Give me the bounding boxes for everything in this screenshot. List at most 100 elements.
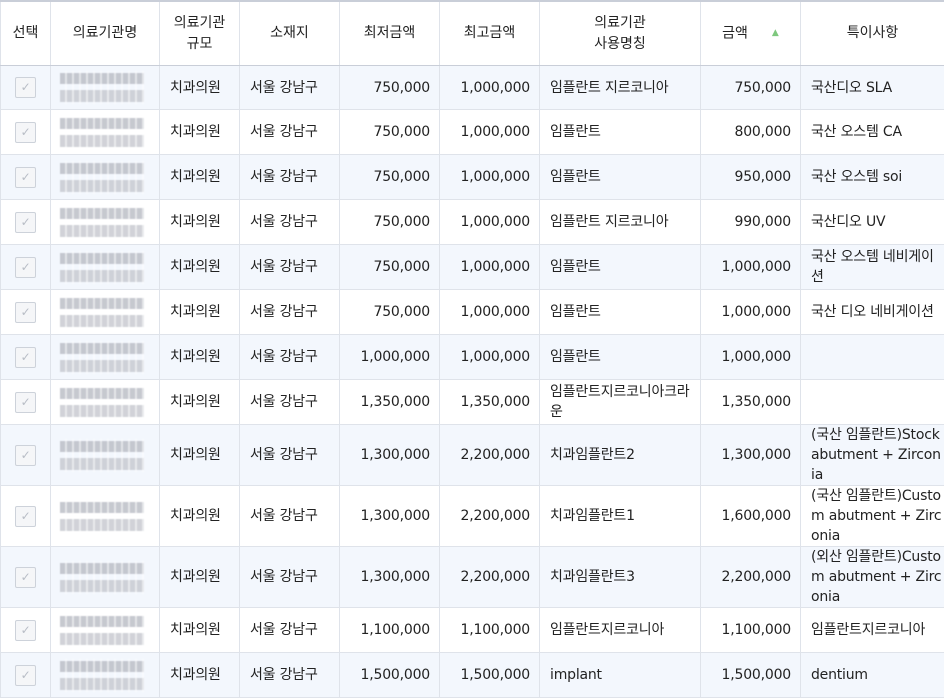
- select-cell[interactable]: ✓: [1, 486, 51, 547]
- institution-size-cell: 치과의원: [160, 200, 240, 245]
- redacted-institution-name: [60, 296, 144, 329]
- table-row: ✓치과의원서울 강남구1,300,0002,200,000치과임플란트11,60…: [1, 486, 944, 547]
- location-cell: 서울 강남구: [240, 155, 340, 200]
- remarks-cell: [801, 335, 944, 380]
- usage-name-cell: 임플란트: [540, 335, 701, 380]
- select-cell[interactable]: ✓: [1, 425, 51, 486]
- sort-ascending-icon[interactable]: ▲: [772, 28, 779, 38]
- amount-cell: 950,000: [701, 155, 801, 200]
- checkbox[interactable]: ✓: [15, 506, 36, 527]
- checkbox[interactable]: ✓: [15, 302, 36, 323]
- location-cell: 서울 강남구: [240, 110, 340, 155]
- institution-name-cell: [51, 290, 160, 335]
- amount-cell: 800,000: [701, 110, 801, 155]
- max-amount-cell: 1,000,000: [440, 155, 540, 200]
- location-cell: 서울 강남구: [240, 486, 340, 547]
- checkbox[interactable]: ✓: [15, 212, 36, 233]
- min-amount-cell: 1,300,000: [340, 486, 440, 547]
- max-amount-cell: 1,100,000: [440, 608, 540, 653]
- institution-name-cell: [51, 245, 160, 290]
- redacted-institution-name: [60, 659, 144, 692]
- table-row: ✓치과의원서울 강남구1,300,0002,200,000치과임플란트32,20…: [1, 547, 944, 608]
- institution-name-cell: [51, 425, 160, 486]
- amount-cell: 2,200,000: [701, 547, 801, 608]
- usage-name-cell: 치과임플란트2: [540, 425, 701, 486]
- institution-size-cell: 치과의원: [160, 380, 240, 425]
- institution-name-cell: [51, 335, 160, 380]
- header-amount-label: 금액: [722, 25, 748, 41]
- checkbox[interactable]: ✓: [15, 665, 36, 686]
- institution-name-cell: [51, 486, 160, 547]
- checkbox[interactable]: ✓: [15, 347, 36, 368]
- table-row: ✓치과의원서울 강남구1,300,0002,200,000치과임플란트21,30…: [1, 425, 944, 486]
- remarks-cell: 임플란트지르코니아: [801, 608, 944, 653]
- select-cell[interactable]: ✓: [1, 66, 51, 110]
- select-cell[interactable]: ✓: [1, 245, 51, 290]
- checkbox[interactable]: ✓: [15, 167, 36, 188]
- institution-name-cell: [51, 200, 160, 245]
- institution-size-cell: 치과의원: [160, 110, 240, 155]
- redacted-institution-name: [60, 614, 144, 647]
- redacted-institution-name: [60, 206, 144, 239]
- max-amount-cell: 2,200,000: [440, 547, 540, 608]
- amount-cell: 1,100,000: [701, 608, 801, 653]
- usage-name-cell: 임플란트: [540, 245, 701, 290]
- amount-cell: 990,000: [701, 200, 801, 245]
- location-cell: 서울 강남구: [240, 290, 340, 335]
- remarks-cell: [801, 380, 944, 425]
- header-amount[interactable]: 금액 ▲: [701, 1, 801, 66]
- institution-size-cell: 치과의원: [160, 66, 240, 110]
- max-amount-cell: 1,000,000: [440, 110, 540, 155]
- min-amount-cell: 750,000: [340, 155, 440, 200]
- location-cell: 서울 강남구: [240, 380, 340, 425]
- table-row: ✓치과의원서울 강남구750,0001,000,000임플란트950,000국산…: [1, 155, 944, 200]
- usage-name-cell: 치과임플란트3: [540, 547, 701, 608]
- remarks-cell: 국산디오 UV: [801, 200, 944, 245]
- institution-size-cell: 치과의원: [160, 290, 240, 335]
- redacted-institution-name: [60, 251, 144, 284]
- usage-name-cell: 임플란트 지르코니아: [540, 200, 701, 245]
- checkbox[interactable]: ✓: [15, 620, 36, 641]
- checkbox[interactable]: ✓: [15, 77, 36, 98]
- redacted-institution-name: [60, 500, 144, 533]
- table-row: ✓치과의원서울 강남구1,350,0001,350,000임플란트지르코니아크라…: [1, 380, 944, 425]
- usage-name-cell: 임플란트: [540, 155, 701, 200]
- checkbox[interactable]: ✓: [15, 257, 36, 278]
- select-cell[interactable]: ✓: [1, 608, 51, 653]
- redacted-institution-name: [60, 71, 144, 104]
- remarks-cell: 국산 디오 네비게이션: [801, 290, 944, 335]
- usage-name-cell: 임플란트 지르코니아: [540, 66, 701, 110]
- select-cell[interactable]: ✓: [1, 380, 51, 425]
- header-remarks: 특이사항: [801, 1, 944, 66]
- select-cell[interactable]: ✓: [1, 110, 51, 155]
- institution-size-cell: 치과의원: [160, 486, 240, 547]
- max-amount-cell: 1,350,000: [440, 380, 540, 425]
- header-institution-size: 의료기관 규모: [160, 1, 240, 66]
- table-header-row: 선택 의료기관명 의료기관 규모 소재지 최저금액 최고금액 의료기관 사용명칭…: [1, 1, 944, 66]
- remarks-cell: (국산 임플란트)Stock abutment + Zirconia: [801, 425, 944, 486]
- max-amount-cell: 1,000,000: [440, 66, 540, 110]
- institution-name-cell: [51, 110, 160, 155]
- checkbox[interactable]: ✓: [15, 567, 36, 588]
- select-cell[interactable]: ✓: [1, 547, 51, 608]
- remarks-cell: 국산디오 SLA: [801, 66, 944, 110]
- institution-size-cell: 치과의원: [160, 547, 240, 608]
- header-select: 선택: [1, 1, 51, 66]
- min-amount-cell: 750,000: [340, 290, 440, 335]
- checkbox[interactable]: ✓: [15, 445, 36, 466]
- checkbox[interactable]: ✓: [15, 392, 36, 413]
- checkbox[interactable]: ✓: [15, 122, 36, 143]
- location-cell: 서울 강남구: [240, 547, 340, 608]
- institution-name-cell: [51, 380, 160, 425]
- max-amount-cell: 1,000,000: [440, 245, 540, 290]
- table-row: ✓치과의원서울 강남구1,000,0001,000,000임플란트1,000,0…: [1, 335, 944, 380]
- header-institution-name: 의료기관명: [51, 1, 160, 66]
- location-cell: 서울 강남구: [240, 608, 340, 653]
- select-cell[interactable]: ✓: [1, 290, 51, 335]
- select-cell[interactable]: ✓: [1, 335, 51, 380]
- remarks-cell: 국산 오스템 네비게이션: [801, 245, 944, 290]
- institution-name-cell: [51, 155, 160, 200]
- select-cell[interactable]: ✓: [1, 155, 51, 200]
- max-amount-cell: 1,000,000: [440, 335, 540, 380]
- select-cell[interactable]: ✓: [1, 200, 51, 245]
